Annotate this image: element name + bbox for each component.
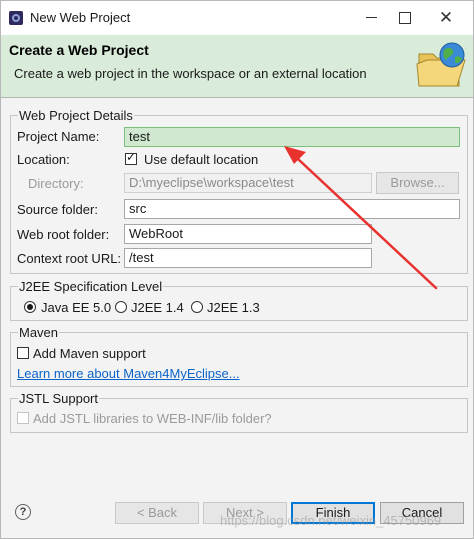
directory-label: Directory:: [28, 176, 84, 191]
learn-more-maven-link[interactable]: Learn more about Maven4MyEclipse...: [17, 366, 240, 381]
watermark-text: https://blog.csdn.net/weixin_45750969: [220, 513, 442, 528]
source-folder-input[interactable]: src: [124, 199, 460, 219]
radio-java-ee-5-label: Java EE 5.0: [41, 300, 112, 315]
web-root-folder-label: Web root folder:: [17, 227, 110, 242]
jstl-support-title: JSTL Support: [18, 391, 100, 406]
close-button[interactable]: ✕: [426, 1, 466, 35]
web-folder-icon: [416, 42, 466, 87]
add-jstl-checkbox: [17, 412, 29, 424]
radio-j2ee-1-4-label: J2EE 1.4: [131, 300, 184, 315]
maven-title: Maven: [18, 325, 60, 340]
radio-j2ee-1-3-label: J2EE 1.3: [207, 300, 260, 315]
directory-input: D:\myeclipse\workspace\test: [124, 173, 372, 193]
j2ee-level-title: J2EE Specification Level: [18, 279, 164, 294]
web-root-folder-input[interactable]: WebRoot: [124, 224, 372, 244]
add-maven-support-label: Add Maven support: [33, 346, 146, 361]
context-root-url-label: Context root URL:: [17, 251, 122, 266]
web-project-details-title: Web Project Details: [18, 108, 134, 123]
radio-selected-dot: [27, 304, 33, 310]
use-default-location-checkbox[interactable]: ✓: [125, 150, 137, 165]
banner-title: Create a Web Project: [9, 42, 149, 58]
eclipse-app-icon: [9, 11, 23, 25]
help-icon[interactable]: ?: [15, 504, 31, 520]
close-icon: ✕: [438, 8, 454, 27]
banner-description: Create a web project in the workspace or…: [14, 66, 367, 81]
radio-java-ee-5[interactable]: [24, 301, 36, 313]
minimize-icon: [365, 17, 377, 19]
wizard-banner: Create a Web Project Create a web projec…: [1, 35, 473, 98]
project-name-label: Project Name:: [17, 129, 100, 144]
use-default-location-label: Use default location: [144, 152, 259, 167]
maximize-icon: [399, 11, 411, 24]
add-jstl-label: Add JSTL libraries to WEB-INF/lib folder…: [33, 411, 272, 426]
radio-j2ee-1-3[interactable]: [191, 301, 203, 313]
new-web-project-dialog: New Web Project ✕ Create a Web Project C…: [0, 0, 474, 539]
browse-button: Browse...: [376, 172, 459, 194]
maximize-button[interactable]: [385, 1, 425, 35]
title-bar: New Web Project ✕: [1, 1, 473, 35]
project-name-input[interactable]: test: [124, 127, 460, 147]
add-maven-support-checkbox[interactable]: [17, 347, 29, 359]
radio-j2ee-1-4[interactable]: [115, 301, 127, 313]
context-root-url-input[interactable]: /test: [124, 248, 372, 268]
source-folder-label: Source folder:: [17, 202, 98, 217]
checkmark-icon: ✓: [126, 150, 137, 164]
back-button: < Back: [115, 502, 199, 524]
location-label: Location:: [17, 152, 70, 167]
window-title: New Web Project: [30, 10, 131, 25]
